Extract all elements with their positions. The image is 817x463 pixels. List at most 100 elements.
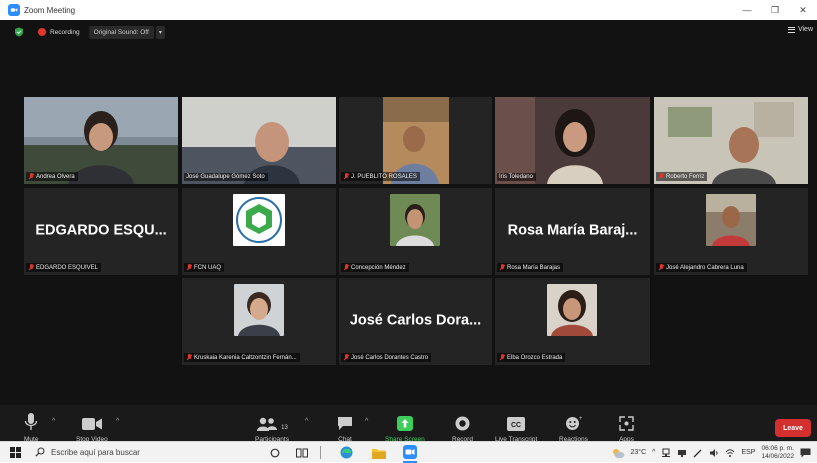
participant-video bbox=[24, 97, 178, 184]
apps-button[interactable]: Apps bbox=[619, 411, 634, 443]
video-options-caret-icon[interactable]: ^ bbox=[116, 418, 119, 425]
participant-tile[interactable]: EDGARDO ESQU... EDGARDO ESQUIVEL bbox=[24, 188, 178, 275]
participant-tile[interactable]: Kruskaia Karenia Caltzontzin Fernán... bbox=[182, 278, 336, 365]
participant-display-name: Rosa María Baraj... bbox=[495, 222, 650, 238]
participant-display-name: EDGARDO ESQU... bbox=[24, 222, 178, 238]
svg-text:+: + bbox=[579, 416, 582, 422]
participant-name: EDGARDO ESQUIVEL bbox=[36, 265, 98, 271]
participants-options-caret-icon[interactable]: ^ bbox=[305, 418, 308, 425]
task-view-icon[interactable] bbox=[296, 442, 308, 463]
participant-nameplate: Andrea Olvera bbox=[26, 172, 78, 181]
participant-tile[interactable]: José Carlos Dora... José Carlos Dorantes… bbox=[339, 278, 492, 365]
participant-video bbox=[654, 97, 808, 184]
mic-muted-icon bbox=[186, 354, 192, 361]
participant-tile[interactable]: José Alejandro Cabrera Luna bbox=[654, 188, 808, 275]
participant-video bbox=[234, 284, 284, 336]
participant-tile[interactable]: Concepción Méndez bbox=[339, 188, 492, 275]
taskbar-clock[interactable]: 06:06 p. m. 14/06/2022 bbox=[761, 445, 794, 461]
participant-nameplate: Rosa María Barajas bbox=[497, 263, 563, 272]
wifi-icon[interactable] bbox=[725, 448, 735, 458]
participant-name: Roberto Ferriz bbox=[666, 174, 704, 180]
participants-button[interactable]: 13 Participants bbox=[255, 411, 289, 443]
participant-tile[interactable]: José Guadalupe Gómez Soto bbox=[182, 97, 336, 184]
participant-tile[interactable]: Rosa María Baraj... Rosa María Barajas bbox=[495, 188, 650, 275]
participant-video bbox=[390, 194, 440, 246]
share-screen-button[interactable]: Share Screen bbox=[385, 411, 425, 443]
zoom-taskbar-icon[interactable] bbox=[403, 442, 417, 463]
clock-time: 06:06 p. m. bbox=[761, 445, 794, 453]
mic-muted-icon bbox=[28, 173, 34, 180]
participant-name: Elba Orozco Estrada bbox=[507, 355, 562, 361]
search-placeholder: Escribe aquí para buscar bbox=[51, 448, 140, 457]
smiley-plus-icon: + bbox=[565, 415, 582, 431]
participant-name: José Carlos Dorantes Castro bbox=[351, 355, 428, 361]
participants-count: 13 bbox=[281, 425, 288, 431]
language-indicator[interactable]: ESP bbox=[741, 449, 755, 456]
view-button[interactable]: View bbox=[788, 26, 813, 33]
participant-name: Concepción Méndez bbox=[351, 265, 406, 271]
participant-tile[interactable]: FCN UAQ bbox=[182, 188, 336, 275]
view-label: View bbox=[798, 26, 813, 33]
fcn-uaq-logo bbox=[233, 194, 285, 246]
chat-button[interactable]: Chat bbox=[337, 411, 353, 443]
taskbar-search-box[interactable]: Escribe aquí para buscar bbox=[35, 444, 250, 461]
record-icon bbox=[455, 416, 470, 431]
mic-muted-icon bbox=[343, 264, 349, 271]
recording-label: Recording bbox=[50, 29, 80, 36]
participant-tile[interactable]: J. PUEBLITO ROSALES bbox=[339, 97, 492, 184]
participant-nameplate: José Guadalupe Gómez Soto bbox=[184, 173, 268, 181]
temperature-label[interactable]: 23°C bbox=[631, 449, 647, 456]
system-tray: 23°C ^ ESP 06:06 p. m. 14/06/2022 bbox=[611, 442, 817, 463]
stop-video-button[interactable]: Stop Video bbox=[76, 411, 108, 443]
reactions-button[interactable]: + Reactions bbox=[559, 411, 588, 443]
leave-button[interactable]: Leave bbox=[775, 419, 811, 437]
participant-tile[interactable]: Andrea Olvera bbox=[24, 97, 178, 184]
audio-options-caret-icon[interactable]: ^ bbox=[52, 418, 55, 425]
cortana-icon[interactable] bbox=[270, 442, 280, 463]
security-shield-icon[interactable] bbox=[14, 27, 24, 37]
edge-browser-icon[interactable] bbox=[340, 442, 353, 463]
mic-muted-icon bbox=[658, 173, 664, 180]
minimize-icon[interactable]: — bbox=[733, 5, 761, 15]
mute-button[interactable]: Mute bbox=[24, 411, 38, 443]
apps-icon bbox=[619, 416, 634, 431]
participant-nameplate: Roberto Ferriz bbox=[656, 172, 707, 181]
monitor-icon[interactable] bbox=[677, 448, 687, 458]
notifications-icon[interactable] bbox=[800, 448, 811, 458]
record-button[interactable]: Record bbox=[452, 411, 473, 443]
chat-options-caret-icon[interactable]: ^ bbox=[365, 418, 368, 425]
participant-nameplate: EDGARDO ESQUIVEL bbox=[26, 263, 101, 272]
file-explorer-icon[interactable] bbox=[372, 442, 386, 463]
show-hidden-icons-icon[interactable]: ^ bbox=[652, 449, 655, 456]
grid-view-icon bbox=[788, 27, 795, 33]
participant-name: Rosa María Barajas bbox=[507, 265, 560, 271]
original-sound-button[interactable]: Original Sound: Off bbox=[89, 26, 154, 39]
meeting-area: Recording Original Sound: Off ▾ View And… bbox=[0, 20, 817, 441]
close-icon[interactable]: ✕ bbox=[789, 5, 817, 16]
participant-video bbox=[547, 284, 597, 336]
mic-muted-icon bbox=[186, 264, 192, 271]
microphone-icon bbox=[24, 413, 38, 431]
participant-name: José Guadalupe Gómez Soto bbox=[186, 174, 265, 180]
participant-nameplate: Concepción Méndez bbox=[341, 263, 409, 272]
weather-icon[interactable] bbox=[611, 447, 625, 459]
restore-icon[interactable]: ❐ bbox=[761, 5, 789, 16]
share-screen-icon bbox=[397, 416, 413, 431]
taskbar-separator bbox=[320, 442, 321, 463]
volume-icon[interactable] bbox=[709, 448, 719, 458]
participant-tile-active-speaker[interactable]: Iris Toledano bbox=[495, 97, 650, 184]
participant-nameplate: Iris Toledano bbox=[497, 173, 536, 181]
chat-icon bbox=[337, 416, 353, 431]
live-transcript-button[interactable]: CC Live Transcript bbox=[495, 411, 537, 443]
participant-tile[interactable]: Elba Orozco Estrada bbox=[495, 278, 650, 365]
participant-video bbox=[495, 97, 650, 184]
participant-tile[interactable]: Roberto Ferriz bbox=[654, 97, 808, 184]
mic-muted-icon bbox=[499, 354, 505, 361]
network-icon[interactable] bbox=[661, 448, 671, 458]
pen-icon[interactable] bbox=[693, 448, 703, 458]
windows-start-icon[interactable] bbox=[10, 447, 21, 458]
recording-indicator-icon bbox=[38, 28, 46, 36]
mic-muted-icon bbox=[343, 354, 349, 361]
mic-muted-icon bbox=[28, 264, 34, 271]
original-sound-caret-icon[interactable]: ▾ bbox=[156, 26, 165, 39]
